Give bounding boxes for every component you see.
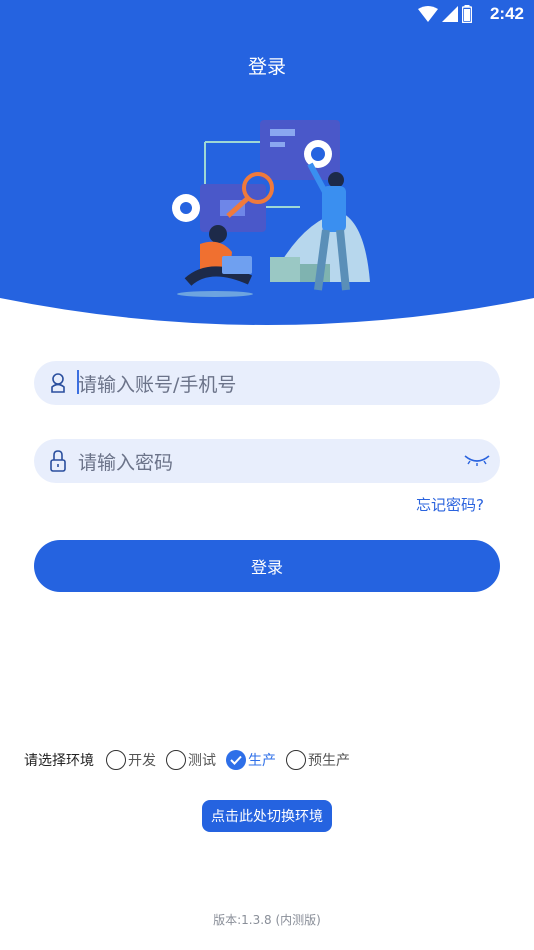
page-title: 登录 — [247, 56, 286, 78]
env-option-test[interactable]: 测试 — [166, 750, 216, 770]
check-icon — [230, 755, 242, 765]
environment-label: 请选择环境 — [24, 753, 94, 769]
password-placeholder: 请输入密码 — [78, 451, 174, 474]
login-illustration — [160, 112, 380, 306]
radio-dev[interactable] — [106, 750, 126, 770]
radio-test[interactable] — [166, 750, 186, 770]
status-icons — [418, 5, 472, 23]
wifi-icon — [418, 6, 438, 22]
signal-icon — [442, 6, 458, 22]
env-option-preprod[interactable]: 预生产 — [286, 750, 350, 770]
forgot-password-link[interactable]: 忘记密码? — [416, 494, 484, 515]
env-option-label: 测试 — [188, 753, 216, 769]
env-option-dev[interactable]: 开发 — [106, 750, 156, 770]
eye-closed-icon[interactable] — [464, 452, 490, 471]
lock-icon — [48, 450, 68, 472]
account-placeholder: 请输入账号/手机号 — [77, 369, 237, 397]
login-button[interactable]: 登录 — [34, 540, 500, 592]
radio-prod[interactable] — [226, 750, 246, 770]
environment-selector: 请选择环境 开发 测试 生产 预生产 — [24, 746, 360, 774]
text-caret — [77, 369, 79, 394]
radio-preprod[interactable] — [286, 750, 306, 770]
battery-icon — [462, 5, 472, 23]
status-time: 2:42 — [489, 4, 524, 23]
env-option-label: 生产 — [248, 753, 276, 769]
account-input[interactable]: 请输入账号/手机号 — [34, 361, 500, 405]
version-text: 版本:1.3.8 (内测版) — [213, 913, 321, 927]
env-option-label: 预生产 — [308, 753, 350, 769]
user-icon — [48, 372, 68, 394]
password-input[interactable]: 请输入密码 — [34, 439, 500, 483]
status-bar: 2:42 — [0, 0, 534, 28]
env-option-prod[interactable]: 生产 — [226, 750, 276, 770]
switch-environment-button[interactable]: 点击此处切换环境 — [202, 800, 332, 832]
account-placeholder-text: 请输入账号/手机号 — [78, 373, 237, 396]
env-option-label: 开发 — [128, 753, 156, 769]
